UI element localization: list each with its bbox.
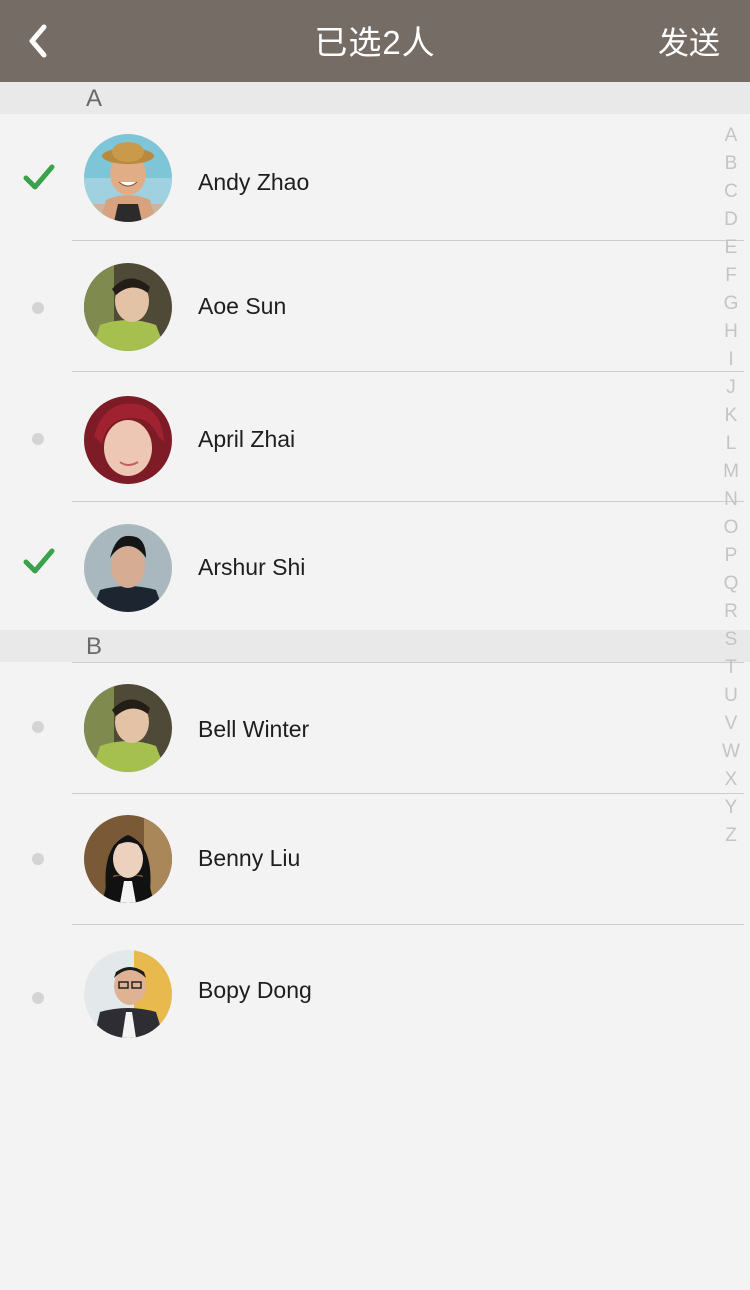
contact-name: Benny Liu	[198, 845, 301, 871]
contact-row[interactable]: Benny Liu	[0, 794, 712, 924]
index-letter-n[interactable]: N	[718, 486, 744, 514]
unselected-dot	[32, 721, 44, 733]
index-letter-j[interactable]: J	[718, 374, 744, 402]
contact-row[interactable]: April Zhai	[0, 372, 712, 501]
index-letter-g[interactable]: G	[718, 290, 744, 318]
index-letter-e[interactable]: E	[718, 234, 744, 262]
index-letter-p[interactable]: P	[718, 542, 744, 570]
index-letter-m[interactable]: M	[718, 458, 744, 486]
index-letter-f[interactable]: F	[718, 262, 744, 290]
index-letter-c[interactable]: C	[718, 178, 744, 206]
index-letter-l[interactable]: L	[718, 430, 744, 458]
index-letter-r[interactable]: R	[718, 598, 744, 626]
section-letter: B	[86, 633, 103, 660]
index-letter-y[interactable]: Y	[718, 794, 744, 822]
alphabet-index[interactable]: A B C D E F G H I J K L M N O P Q R S T …	[718, 122, 750, 850]
contact-row[interactable]: Arshur Shi	[0, 502, 712, 630]
index-letter-k[interactable]: K	[718, 402, 744, 430]
contact-name: Bell Winter	[198, 716, 310, 742]
unselected-dot	[32, 853, 44, 865]
index-letter-s[interactable]: S	[718, 626, 744, 654]
index-letter-w[interactable]: W	[718, 738, 744, 766]
avatar	[84, 134, 172, 222]
index-letter-u[interactable]: U	[718, 682, 744, 710]
index-letter-b[interactable]: B	[718, 150, 744, 178]
send-button[interactable]: 发送	[658, 0, 720, 82]
contact-name: Bopy Dong	[198, 977, 312, 1003]
index-letter-i[interactable]: I	[718, 346, 744, 374]
avatar	[84, 815, 172, 903]
index-letter-h[interactable]: H	[718, 318, 744, 346]
index-letter-o[interactable]: O	[718, 514, 744, 542]
unselected-dot	[32, 992, 44, 1004]
contact-row[interactable]: Aoe Sun	[0, 241, 712, 371]
contact-row[interactable]: Bell Winter	[0, 663, 712, 793]
checkmark-icon	[23, 164, 55, 190]
unselected-dot	[32, 302, 44, 314]
index-letter-v[interactable]: V	[718, 710, 744, 738]
checkmark-icon	[23, 548, 55, 574]
index-letter-q[interactable]: Q	[718, 570, 744, 598]
section-header-b: B	[0, 630, 750, 662]
contact-name: April Zhai	[198, 426, 296, 452]
index-letter-t[interactable]: T	[718, 654, 744, 682]
section-header-a: A	[0, 82, 750, 114]
index-letter-a[interactable]: A	[718, 122, 744, 150]
index-letter-z[interactable]: Z	[718, 822, 744, 850]
page-title: 已选2人	[314, 24, 436, 61]
contact-name: Aoe Sun	[198, 293, 287, 319]
section-letter: A	[86, 85, 103, 112]
avatar	[84, 950, 172, 1038]
contact-row[interactable]: Bopy Dong	[0, 925, 712, 1057]
unselected-dot	[32, 433, 44, 445]
avatar	[84, 684, 172, 772]
index-letter-x[interactable]: X	[718, 766, 744, 794]
index-letter-d[interactable]: D	[718, 206, 744, 234]
nav-bar: 已选2人 发送	[0, 0, 750, 82]
contact-row[interactable]: Andy Zhao	[0, 114, 712, 241]
avatar	[84, 263, 172, 351]
contact-name: Arshur Shi	[198, 554, 306, 580]
contact-name: Andy Zhao	[198, 169, 310, 195]
avatar	[84, 524, 172, 612]
avatar	[84, 396, 172, 484]
